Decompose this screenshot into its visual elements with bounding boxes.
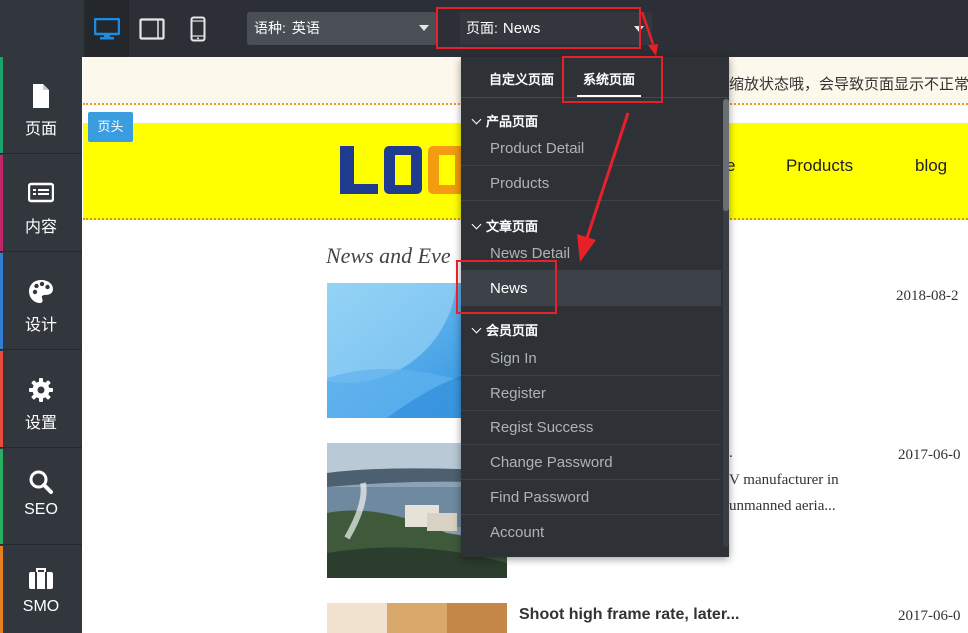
sidebar-item-content[interactable]: 内容 [0, 155, 82, 252]
group-title: 会员页面 [486, 323, 539, 338]
news-date: 2018-08-2 [896, 288, 959, 304]
sidebar-item-label: SMO [22, 598, 60, 615]
sidebar-item-label: 设计 [24, 317, 57, 334]
logo-mark [340, 146, 466, 194]
news-thumbnail[interactable] [327, 603, 507, 633]
sidebar-item-smo[interactable]: SMO [0, 546, 82, 633]
nav-link-products[interactable]: Products [786, 156, 853, 176]
site-logo [338, 144, 478, 196]
annotation-box-news-item [456, 260, 557, 314]
sidebar-item-label: 设置 [24, 415, 57, 432]
chevron-down-icon [471, 219, 482, 230]
menu-item-find-password[interactable]: Find Password [461, 480, 721, 515]
annotation-box-page-select [436, 7, 641, 49]
palette-icon [29, 280, 53, 303]
left-sidebar: 页面 内容 设计 设置 SEO SMO [0, 57, 82, 633]
annotation-box-system-tab [562, 56, 663, 103]
chevron-down-icon [471, 323, 482, 334]
search-icon [29, 470, 53, 494]
toolbar-corner [0, 0, 83, 57]
group-title: 产品页面 [486, 114, 539, 129]
menu-item-change-password[interactable]: Change Password [461, 445, 721, 480]
menu-item-products[interactable]: Products [461, 166, 721, 201]
sidebar-item-settings[interactable]: 设置 [0, 351, 82, 448]
group-article-pages[interactable]: 文章页面 [471, 216, 539, 235]
news-snippet: unmanned aeria... [729, 498, 836, 514]
chevron-down-icon [419, 25, 429, 31]
scrollbar-thumb[interactable] [723, 99, 729, 211]
sidebar-item-page[interactable]: 页面 [0, 57, 82, 154]
news-date: 2017-06-0 [898, 608, 961, 624]
group-title: 文章页面 [486, 219, 539, 234]
language-select[interactable]: 语种: 英语 [247, 12, 437, 45]
content-icon [28, 182, 54, 203]
sidebar-accent [0, 449, 3, 544]
header-section-tag[interactable]: 页头 [88, 112, 133, 142]
mobile-view-button[interactable] [176, 0, 220, 57]
page-icon [33, 84, 49, 108]
tab-custom-pages[interactable]: 自定义页面 [489, 69, 554, 88]
group-product-pages[interactable]: 产品页面 [471, 111, 539, 130]
tablet-view-button[interactable] [130, 0, 174, 57]
gear-icon [29, 378, 53, 402]
notice-text: 缩放状态哦，会导致页面显示不正常 [729, 76, 968, 93]
menu-item-sign-in[interactable]: Sign In [461, 341, 721, 376]
news-date: 2017-06-0 [898, 447, 961, 463]
sidebar-item-label: 内容 [24, 219, 57, 236]
briefcase-icon [29, 568, 53, 589]
language-label: 语种: [254, 20, 286, 36]
menu-item-account[interactable]: Account [461, 515, 721, 550]
news-section-heading: News and Eve [326, 243, 451, 268]
news-snippet: . [729, 445, 733, 461]
sidebar-item-design[interactable]: 设计 [0, 253, 82, 350]
sidebar-accent [0, 546, 3, 633]
nav-link-blog[interactable]: blog [915, 156, 947, 176]
desktop-view-button[interactable] [85, 0, 129, 57]
dropdown-scrollbar[interactable] [723, 99, 729, 547]
menu-item-register[interactable]: Register [461, 376, 721, 411]
news-image [327, 603, 507, 633]
chevron-down-icon [471, 114, 482, 125]
tablet-icon [139, 17, 165, 40]
news-snippet: V manufacturer in [729, 472, 839, 488]
mobile-icon [190, 16, 206, 41]
group-member-pages[interactable]: 会员页面 [471, 320, 539, 339]
language-value: 英语 [291, 20, 320, 36]
sidebar-item-label: 页面 [24, 121, 57, 138]
sidebar-item-seo[interactable]: SEO [0, 449, 82, 545]
sidebar-item-label: SEO [24, 501, 58, 518]
menu-item-product-detail[interactable]: Product Detail [461, 131, 721, 166]
desktop-icon [94, 17, 120, 39]
menu-item-regist-success[interactable]: Regist Success [461, 410, 721, 445]
news-title[interactable]: Shoot high frame rate, later... [519, 606, 740, 624]
